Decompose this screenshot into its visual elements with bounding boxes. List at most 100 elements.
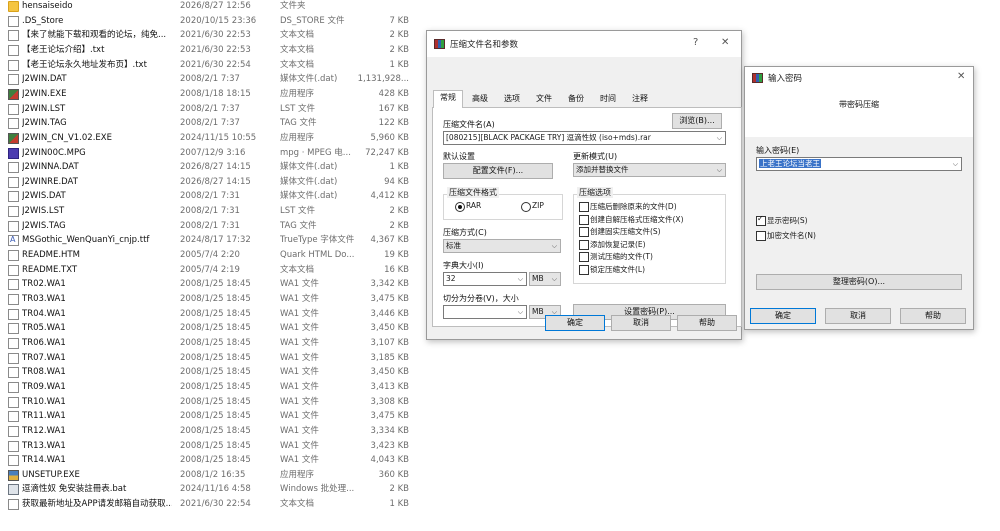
chevron-down-icon[interactable]: ⌵ [953,158,958,170]
file-row[interactable]: TR13.WA1 2008/1/25 18:45 WA1 文件 3,423 KB [0,439,420,454]
file-row[interactable]: README.TXT 2005/7/4 2:19 文本文档 16 KB [0,263,420,278]
file-row[interactable]: 【来了就能下载和观看的论坛，纯免... 2021/6/30 22:53 文本文档 2 … [0,28,420,43]
split-size-input[interactable]: ⌵ [443,305,527,319]
browse-button[interactable]: 浏览(B)... [672,113,722,129]
file-name: TR10.WA1 [22,396,66,407]
file-row[interactable]: 获取最新地址及APP请发邮箱自动获取... 2021/6/30 22:54 文本文档… [0,497,420,512]
tab-1[interactable]: 高级 [465,92,495,107]
tab-3[interactable]: 文件 [529,92,559,107]
file-row[interactable]: TR11.WA1 2008/1/25 18:45 WA1 文件 3,475 KB [0,409,420,424]
file-type: mpg · MPEG 电... [280,147,351,158]
file-row[interactable]: README.HTM 2005/7/4 2:20 Quark HTML Do... 1… [0,248,420,263]
doc-file-icon [8,308,19,320]
file-row[interactable]: TR05.WA1 2008/1/25 18:45 WA1 文件 3,450 KB [0,321,420,336]
doc-file-icon [8,30,19,42]
chevron-down-icon[interactable]: ⌵ [518,306,523,318]
file-row[interactable]: J2WINNA.DAT 2026/8/27 14:15 媒体文件(.dat) 1 KB [0,160,420,175]
app-file-icon [8,132,19,144]
file-row[interactable]: J2WIS.TAG 2008/2/1 7:31 TAG 文件 2 KB [0,219,420,234]
file-date: 2021/6/30 22:54 [180,499,251,510]
file-row[interactable]: TR14.WA1 2008/1/25 18:45 WA1 文件 4,043 KB [0,453,420,468]
file-row[interactable]: TR07.WA1 2008/1/25 18:45 WA1 文件 3,185 KB [0,351,420,366]
dict-unit-select[interactable]: MB ⌵ [529,272,561,286]
file-row[interactable]: TR12.WA1 2008/1/25 18:45 WA1 文件 3,334 KB [0,424,420,439]
chevron-down-icon[interactable]: ⌵ [717,132,722,144]
file-type: WA1 文件 [280,455,319,466]
ok-button[interactable]: 确定 [750,308,816,324]
file-row[interactable]: 逗滴性奴 免安装註冊表.bat 2024/11/16 4:58 Windows 批处… [0,482,420,497]
file-size: 1 KB [389,499,409,510]
file-type: 文本文档 [280,499,315,510]
file-row[interactable]: TR02.WA1 2008/1/25 18:45 WA1 文件 3,342 KB [0,277,420,292]
format-group-label: 压缩文件格式 [447,187,499,198]
doc-file-icon [8,440,19,452]
format-rar-radio[interactable]: RAR [455,201,481,212]
doc-file-icon [8,15,19,27]
update-mode-select[interactable]: 添加并替换文件 ⌵ [573,163,726,177]
archive-name-input[interactable]: [080215][BLACK PACKAGE TRY] 逗滴性奴 (iso+md… [443,131,726,145]
file-name: 【老王论坛永久地址发布页】.txt [22,59,147,70]
show-password-checkbox[interactable]: 显示密码(S) [756,214,808,226]
file-name: TR11.WA1 [22,411,66,422]
file-row[interactable]: TR04.WA1 2008/1/25 18:45 WA1 文件 3,446 KB [0,307,420,322]
file-row[interactable]: TR08.WA1 2008/1/25 18:45 WA1 文件 3,450 KB [0,365,420,380]
password-dialog-titlebar[interactable]: 输入密码 ✕ [745,67,973,89]
tab-6[interactable]: 注释 [625,92,655,107]
file-row[interactable]: TR10.WA1 2008/1/25 18:45 WA1 文件 3,308 KB [0,395,420,410]
help-button[interactable]: 帮助 [677,315,737,331]
file-row[interactable]: .DS_Store 2020/10/15 23:36 DS_STORE 文件 7 KB [0,14,420,29]
file-row[interactable]: J2WIS.DAT 2008/2/1 7:31 媒体文件(.dat) 4,412 KB [0,189,420,204]
chevron-down-icon: ⌵ [551,242,557,250]
method-select[interactable]: 标准 ⌵ [443,239,561,253]
tab-2[interactable]: 选项 [497,92,527,107]
profiles-button[interactable]: 配置文件(F)... [443,163,553,179]
compression-option-checkbox[interactable]: 测试压缩的文件(T) [579,251,653,262]
archive-dialog-titlebar[interactable]: 压缩文件名和参数 ? ✕ [427,31,741,57]
help-icon[interactable]: ? [693,37,698,48]
compression-option-checkbox[interactable]: 创建固实压缩文件(S) [579,226,661,237]
organize-passwords-button[interactable]: 整理密码(O)... [756,274,962,290]
close-icon[interactable]: ✕ [957,71,965,82]
tab-4[interactable]: 备份 [561,92,591,107]
file-row[interactable]: UNSETUP.EXE 2008/1/2 16:35 应用程序 360 KB [0,468,420,483]
file-row[interactable]: J2WIN.LST 2008/2/1 7:37 LST 文件 167 KB [0,102,420,117]
file-row[interactable]: J2WIN.TAG 2008/2/1 7:37 TAG 文件 122 KB [0,116,420,131]
file-row[interactable]: J2WIN_CN_V1.02.EXE 2024/11/15 10:55 应用程序 5,… [0,131,420,146]
encrypt-names-checkbox[interactable]: 加密文件名(N) [756,230,816,241]
file-date: 2008/1/25 18:45 [180,381,251,392]
close-icon[interactable]: ✕ [721,37,729,48]
file-row[interactable]: TR03.WA1 2008/1/25 18:45 WA1 文件 3,475 KB [0,292,420,307]
file-row[interactable]: 【老王论坛介绍】.txt 2021/6/30 22:53 文本文档 2 KB [0,43,420,58]
file-row[interactable]: J2WIN.EXE 2008/1/18 18:15 应用程序 428 KB [0,87,420,102]
tab-5[interactable]: 时间 [593,92,623,107]
file-row[interactable]: MSGothic_WenQuanYi_cnjp.ttf 2024/8/17 17:… [0,233,420,248]
cancel-button[interactable]: 取消 [825,308,891,324]
file-size: 3,475 KB [370,411,409,422]
dict-size-input[interactable]: 32 ⌵ [443,272,527,286]
compression-option-checkbox[interactable]: 添加恢复记录(E) [579,239,646,250]
password-input[interactable]: 上老王论坛当老王 ⌵ [756,157,962,171]
winrar-icon [752,73,763,83]
tab-0[interactable]: 常规 [433,90,463,108]
file-row[interactable]: hensaiseido 2026/8/27 12:56 文件夹 [0,0,420,14]
help-button[interactable]: 帮助 [900,308,966,324]
update-mode-label: 更新模式(U) [573,152,618,161]
file-row[interactable]: J2WIS.LST 2008/2/1 7:31 LST 文件 2 KB [0,204,420,219]
cancel-button[interactable]: 取消 [611,315,671,331]
file-row[interactable]: 【老王论坛永久地址发布页】.txt 2021/6/30 22:54 文本文档 1 KB [0,58,420,73]
file-row[interactable]: J2WIN.DAT 2008/2/1 7:37 媒体文件(.dat) 1,131,92… [0,72,420,87]
format-zip-radio[interactable]: ZIP [521,201,544,212]
chevron-down-icon[interactable]: ⌵ [518,273,523,285]
doc-file-icon [8,294,19,305]
compression-option-checkbox[interactable]: 压缩后删除原来的文件(D) [579,201,677,212]
winrar-icon [434,39,445,49]
file-row[interactable]: TR06.WA1 2008/1/25 18:45 WA1 文件 3,107 KB [0,336,420,351]
ok-button[interactable]: 确定 [545,315,605,331]
file-row[interactable]: J2WIN00C.MPG 2007/12/9 3:16 mpg · MPEG 电..… [0,146,420,161]
split-label: 切分为分卷(V)，大小 [443,294,519,303]
file-row[interactable]: TR09.WA1 2008/1/25 18:45 WA1 文件 3,413 KB [0,380,420,395]
compression-option-checkbox[interactable]: 创建自解压格式压缩文件(X) [579,214,684,225]
compression-option-checkbox[interactable]: 锁定压缩文件(L) [579,264,645,275]
file-type: WA1 文件 [280,337,319,348]
file-row[interactable]: J2WINRE.DAT 2026/8/27 14:15 媒体文件(.dat) 94 K… [0,175,420,190]
